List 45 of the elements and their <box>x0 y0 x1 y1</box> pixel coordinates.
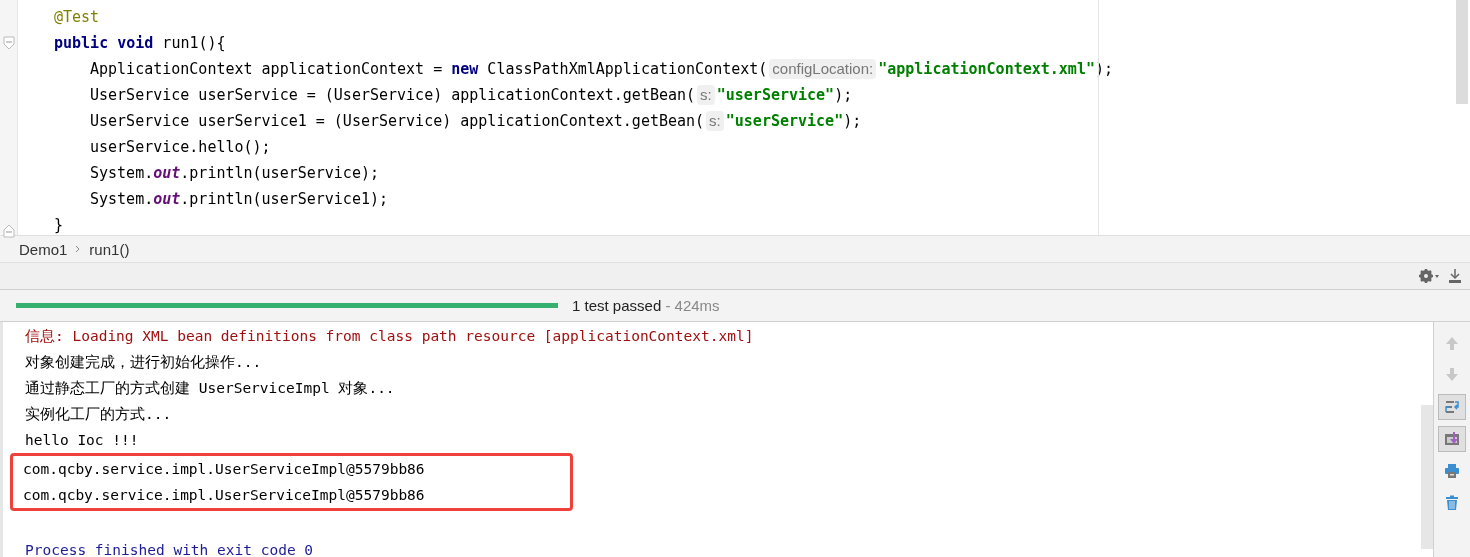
download-icon[interactable] <box>1448 268 1462 284</box>
annotation: @Test <box>54 7 100 28</box>
code-text: UserService userService = (UserService) applicationContext.getBean( <box>90 85 696 106</box>
code-text: ); <box>843 111 862 132</box>
output-line: 通过静态工厂的方式创建 UserServiceImpl 对象... <box>25 379 396 398</box>
breadcrumb-item[interactable]: Demo1 <box>19 240 68 258</box>
string-literal: "userService" <box>725 111 844 132</box>
output-line: 对象创建完成，进行初始化操作... <box>25 353 263 372</box>
output-line: com.qcby.service.impl.UserServiceImpl@5579bb86 <box>23 460 426 479</box>
breadcrumb-item[interactable]: run1() <box>89 240 130 258</box>
code-text: System. <box>90 189 154 210</box>
string-literal: "applicationContext.xml" <box>878 59 1095 80</box>
test-result: 1 test passed - 424ms <box>572 297 720 314</box>
code-text: System. <box>90 163 154 184</box>
code-text: run1(){ <box>161 33 226 54</box>
fold-icon[interactable] <box>2 224 15 238</box>
code-field: out <box>153 186 181 212</box>
fold-icon[interactable] <box>2 36 15 50</box>
gear-icon[interactable] <box>1418 268 1440 284</box>
code-text: ); <box>834 85 853 106</box>
output-line: 实例化工厂的方式... <box>25 405 173 424</box>
exit-message: Process finished with exit code 0 <box>25 541 315 557</box>
soft-wrap-icon[interactable] <box>1438 394 1466 420</box>
code-text: .println(userService); <box>180 163 379 184</box>
code-field: out <box>153 160 181 186</box>
scrollbar-thumb[interactable] <box>1421 405 1433 549</box>
output-line: hello Ioc !!! <box>25 431 140 450</box>
code-text: UserService userService1 = (UserService) applicationContext.getBean( <box>90 111 705 132</box>
code-text: ClassPathXmlApplicationContext( <box>486 59 768 80</box>
keyword: public void <box>54 33 154 54</box>
parameter-hint: s: <box>697 85 715 105</box>
parameter-hint: configLocation: <box>769 59 877 79</box>
scrollbar-thumb[interactable] <box>1456 0 1468 104</box>
scroll-to-end-icon[interactable] <box>1438 426 1466 452</box>
parameter-hint: s: <box>706 111 724 131</box>
code-text: } <box>54 215 64 236</box>
code-text: ApplicationContext applicationContext = <box>90 59 444 80</box>
string-literal: "userService" <box>716 85 835 106</box>
code-text: .println(userService1); <box>180 189 389 210</box>
keyword: new <box>451 59 479 80</box>
code-editor[interactable] <box>0 0 1470 236</box>
chevron-icon <box>75 245 82 253</box>
output-line: com.qcby.service.impl.UserServiceImpl@5579bb86 <box>23 486 426 505</box>
log-line: 信息: Loading XML bean definitions from class path resource [applicationContext.xml] <box>25 327 755 346</box>
code-text: userService.hello(); <box>90 137 271 158</box>
